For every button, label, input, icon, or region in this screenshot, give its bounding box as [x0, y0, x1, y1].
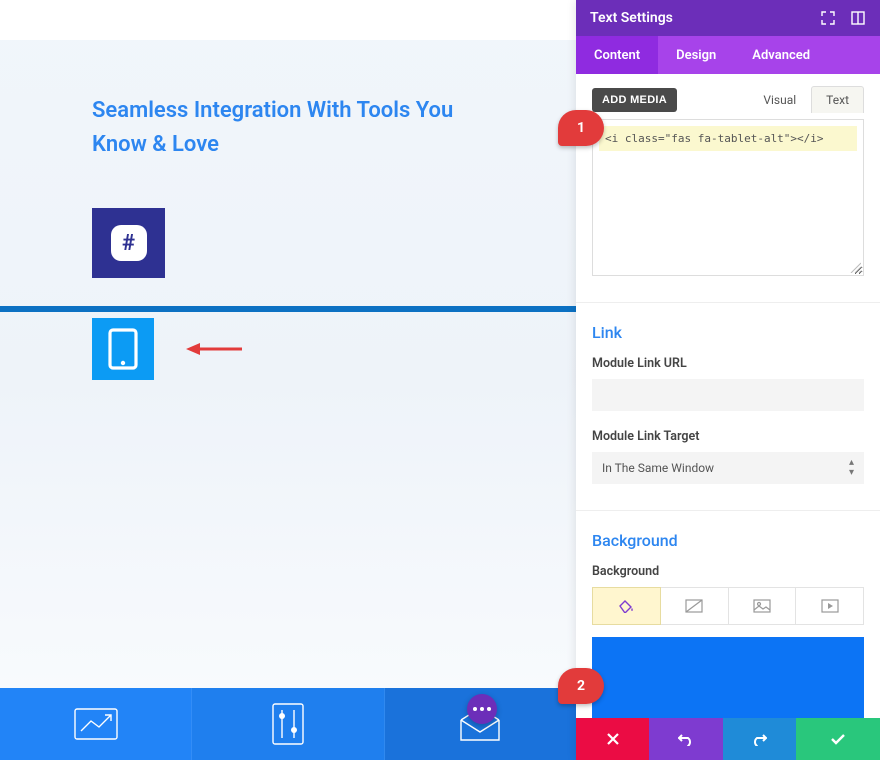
tablet-tile[interactable]: [92, 318, 154, 380]
close-icon: [606, 732, 620, 746]
editor-tab-visual[interactable]: Visual: [748, 86, 811, 113]
dot-icon: [487, 707, 491, 711]
slack-tile[interactable]: [92, 208, 165, 278]
redo-icon: [751, 732, 767, 746]
video-icon: [821, 599, 839, 613]
settings-sidebar: Text Settings Content Design Advanced AD…: [576, 0, 880, 760]
code-content: <i class="fas fa-tablet-alt"></i>: [599, 126, 857, 151]
bg-tab-color[interactable]: [592, 587, 661, 625]
columns-icon[interactable]: [850, 10, 866, 26]
media-row: ADD MEDIA Visual Text: [592, 86, 864, 113]
redo-button[interactable]: [723, 718, 796, 760]
preview-content: Seamless Integration With Tools You Know…: [0, 40, 576, 386]
divider: [576, 302, 880, 303]
sliders-icon: [271, 702, 305, 746]
bg-tab-video[interactable]: [796, 587, 864, 625]
add-media-button[interactable]: ADD MEDIA: [592, 88, 677, 112]
bg-tab-image[interactable]: [729, 587, 797, 625]
section-heading: Seamless Integration With Tools You Know…: [92, 94, 492, 162]
settings-panel: ADD MEDIA Visual Text <i class="fas fa-t…: [576, 74, 880, 718]
label-background: Background: [592, 564, 864, 579]
section-link-title: Link: [592, 323, 864, 342]
fab-more[interactable]: [467, 694, 497, 724]
sidebar-titlebar: Text Settings: [576, 0, 880, 36]
cancel-button[interactable]: [576, 718, 649, 760]
chart-arrow-icon: [73, 707, 119, 741]
slack-icon: [111, 225, 147, 261]
select-value: In The Same Window: [602, 461, 714, 475]
builder-preview: Seamless Integration With Tools You Know…: [0, 0, 576, 760]
select-link-target[interactable]: In The Same Window ▴▾: [592, 452, 864, 484]
dot-icon: [473, 707, 477, 711]
bg-tab-gradient[interactable]: [661, 587, 729, 625]
tab-content[interactable]: Content: [576, 36, 658, 74]
check-icon: [830, 733, 846, 745]
sidebar-tabs: Content Design Advanced: [576, 36, 880, 74]
annotation-badge-2: 2: [558, 668, 604, 704]
preview-top-strip: [0, 0, 576, 40]
dot-icon: [480, 707, 484, 711]
input-link-url[interactable]: [592, 379, 864, 411]
arrow-annotation: [184, 339, 244, 359]
tab-advanced[interactable]: Advanced: [734, 36, 828, 74]
selected-module-band[interactable]: [0, 306, 576, 386]
label-link-target: Module Link Target: [592, 429, 864, 444]
background-color-swatch[interactable]: [592, 637, 864, 718]
undo-icon: [678, 732, 694, 746]
resize-handle-icon[interactable]: [849, 261, 861, 273]
editor-tab-text[interactable]: Text: [811, 86, 864, 113]
divider: [576, 510, 880, 511]
sidebar-title: Text Settings: [590, 10, 673, 26]
action-bar: [576, 718, 880, 760]
editor-mode-tabs: Visual Text: [748, 86, 864, 113]
annotation-badge-1: 1: [558, 110, 604, 146]
tablet-icon: [106, 328, 140, 370]
chevron-updown-icon: ▴▾: [849, 458, 854, 478]
section-background-title: Background: [592, 531, 864, 550]
footer-cell-1[interactable]: [0, 688, 192, 760]
expand-icon[interactable]: [820, 10, 836, 26]
save-button[interactable]: [796, 718, 880, 760]
undo-button[interactable]: [649, 718, 722, 760]
footer-cell-2[interactable]: [192, 688, 384, 760]
tab-design[interactable]: Design: [658, 36, 734, 74]
image-icon: [753, 599, 771, 613]
label-link-url: Module Link URL: [592, 356, 864, 371]
code-editor[interactable]: <i class="fas fa-tablet-alt"></i>: [592, 119, 864, 276]
paint-bucket-icon: [617, 599, 635, 613]
gradient-icon: [685, 599, 703, 613]
background-type-tabs: [592, 587, 864, 625]
